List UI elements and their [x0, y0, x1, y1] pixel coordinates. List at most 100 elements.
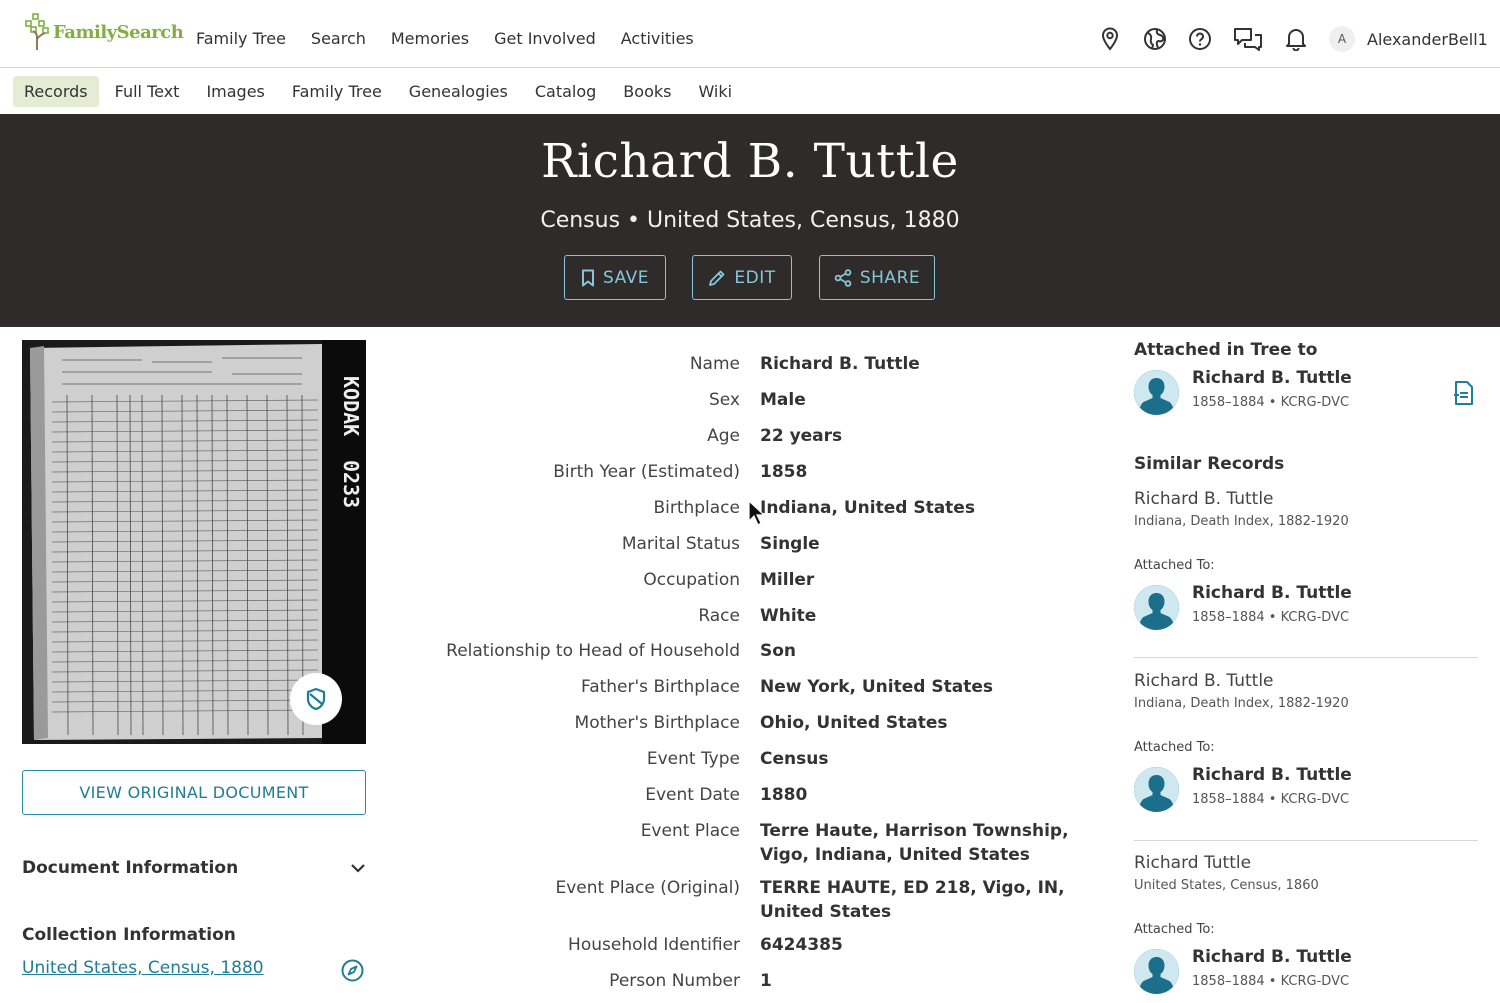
fact-value-relationship: Son — [760, 641, 797, 661]
subnav-family-tree[interactable]: Family Tree — [281, 76, 393, 107]
fact-label-fathers-birthplace: Father's Birthplace — [580, 677, 740, 697]
share-button[interactable]: SHARE — [819, 255, 935, 300]
person-avatar-icon — [1134, 370, 1179, 415]
bookmark-icon — [581, 269, 594, 286]
compass-icon[interactable] — [341, 959, 364, 982]
fact-label-event-place: Event Place — [640, 821, 740, 841]
person-details: 1858–1884 • KCRG-DVC — [1192, 610, 1350, 625]
similar-records-heading: Similar Records — [1134, 454, 1285, 474]
attached-to-label: Attached To: — [1134, 558, 1215, 573]
location-pin-icon[interactable] — [1098, 26, 1122, 52]
subnav-wiki[interactable]: Wiki — [687, 76, 743, 107]
divider — [1134, 840, 1478, 841]
top-navigation: FamilySearch Family Tree Search Memories… — [0, 0, 1500, 68]
fact-label-birthplace: Birthplace — [653, 498, 740, 518]
tree-record-icon[interactable] — [1452, 380, 1476, 406]
fact-value-event-type: Census — [760, 749, 829, 769]
bell-icon[interactable] — [1284, 26, 1308, 52]
globe-icon[interactable] — [1143, 26, 1167, 52]
pencil-icon — [709, 270, 725, 286]
user-avatar[interactable]: A — [1329, 26, 1355, 52]
fact-value-fathers-birthplace: New York, United States — [760, 677, 993, 697]
chevron-down-icon — [351, 864, 365, 873]
fact-label-sex: Sex — [708, 390, 740, 410]
help-icon[interactable] — [1188, 26, 1212, 52]
mouse-cursor-icon — [748, 500, 766, 526]
fact-label-marital-status: Marital Status — [621, 534, 740, 554]
username[interactable]: AlexanderBell1 — [1367, 30, 1488, 49]
document-information-heading: Document Information — [22, 858, 239, 878]
similar-record-source: Indiana, Death Index, 1882-1920 — [1134, 696, 1349, 711]
fact-label-household-identifier: Household Identifier — [568, 935, 740, 955]
edit-button[interactable]: EDIT — [692, 255, 792, 300]
person-name[interactable]: Richard B. Tuttle — [1192, 765, 1352, 785]
shield-slash-icon — [306, 687, 326, 711]
subnav-genealogies[interactable]: Genealogies — [398, 76, 519, 107]
main-links: Family Tree Search Memories Get Involved… — [196, 29, 694, 48]
attached-tree-person[interactable]: Richard B. Tuttle 1858–1884 • KCRG-DVC — [1134, 368, 1478, 420]
familysearch-logo[interactable]: FamilySearch — [25, 12, 184, 52]
share-label: SHARE — [859, 267, 921, 288]
fact-value-age: 22 years — [760, 426, 843, 446]
collection-information-heading: Collection Information — [22, 925, 236, 945]
thumb-film-label: 0233 — [339, 460, 363, 508]
collection-link[interactable]: United States, Census, 1880 — [22, 958, 264, 978]
record-image-thumbnail[interactable]: 0233 KODAK — [22, 340, 366, 744]
fact-label-relationship: Relationship to Head of Household — [446, 641, 740, 661]
search-subnav: Records Full Text Images Family Tree Gen… — [0, 68, 1500, 114]
subnav-full-text[interactable]: Full Text — [104, 76, 191, 107]
similar-record-source: United States, Census, 1860 — [1134, 878, 1319, 893]
similar-record-name[interactable]: Richard B. Tuttle — [1134, 671, 1274, 691]
fact-label-event-type: Event Type — [646, 749, 740, 769]
fact-value-person-number: 1 — [760, 971, 772, 991]
person-name[interactable]: Richard B. Tuttle — [1192, 368, 1352, 388]
fact-value-event-date: 1880 — [760, 785, 808, 805]
subnav-images[interactable]: Images — [195, 76, 275, 107]
similar-record-name[interactable]: Richard Tuttle — [1134, 853, 1251, 873]
fact-value-name: Richard B. Tuttle — [760, 354, 920, 374]
similar-attached-person[interactable]: Richard B. Tuttle 1858–1884 • KCRG-DVC — [1134, 947, 1478, 999]
nav-search[interactable]: Search — [311, 29, 366, 48]
person-avatar-icon — [1134, 585, 1179, 630]
logo-text: FamilySearch — [53, 21, 184, 43]
similar-attached-person[interactable]: Richard B. Tuttle 1858–1884 • KCRG-DVC — [1134, 583, 1478, 635]
fact-label-birth-year: Birth Year (Estimated) — [553, 462, 740, 482]
similar-record-name[interactable]: Richard B. Tuttle — [1134, 489, 1274, 509]
person-name[interactable]: Richard B. Tuttle — [1192, 947, 1352, 967]
nav-memories[interactable]: Memories — [391, 29, 469, 48]
subnav-books[interactable]: Books — [612, 76, 682, 107]
person-details: 1858–1884 • KCRG-DVC — [1192, 395, 1350, 410]
person-name[interactable]: Richard B. Tuttle — [1192, 583, 1352, 603]
fact-label-person-number: Person Number — [609, 971, 740, 991]
messages-icon[interactable] — [1233, 26, 1263, 52]
svg-text:KODAK: KODAK — [339, 376, 363, 436]
fact-label-event-date: Event Date — [645, 785, 740, 805]
fact-value-occupation: Miller — [760, 570, 815, 590]
subnav-records[interactable]: Records — [13, 76, 99, 107]
fact-label-mothers-birthplace: Mother's Birthplace — [574, 713, 740, 733]
fact-value-event-place: Terre Haute, Harrison Township, Vigo, In… — [760, 821, 1069, 865]
share-icon — [834, 268, 852, 287]
similar-attached-person[interactable]: Richard B. Tuttle 1858–1884 • KCRG-DVC — [1134, 765, 1478, 817]
image-restricted-badge[interactable] — [290, 673, 342, 725]
fact-label-name: Name — [689, 354, 740, 374]
record-header: Richard B. Tuttle Census • United States… — [0, 114, 1500, 327]
nav-activities[interactable]: Activities — [621, 29, 694, 48]
document-information-toggle[interactable]: Document Information — [22, 858, 366, 878]
fact-value-birth-year: 1858 — [760, 462, 808, 482]
fact-value-birthplace: Indiana, United States — [760, 498, 975, 518]
record-subtitle: Census • United States, Census, 1880 — [540, 208, 960, 233]
person-avatar-icon — [1134, 949, 1179, 994]
save-label: SAVE — [602, 267, 650, 288]
nav-get-involved[interactable]: Get Involved — [494, 29, 596, 48]
attached-to-label: Attached To: — [1134, 740, 1215, 755]
nav-family-tree[interactable]: Family Tree — [196, 29, 286, 48]
view-original-document-button[interactable]: VIEW ORIGINAL DOCUMENT — [22, 770, 366, 815]
person-details: 1858–1884 • KCRG-DVC — [1192, 974, 1350, 989]
save-button[interactable]: SAVE — [564, 255, 666, 300]
header-actions: A AlexanderBell1 — [1098, 26, 1488, 52]
fact-label-age: Age — [707, 426, 740, 446]
person-details: 1858–1884 • KCRG-DVC — [1192, 792, 1350, 807]
fact-value-race: White — [760, 606, 817, 626]
subnav-catalog[interactable]: Catalog — [524, 76, 607, 107]
